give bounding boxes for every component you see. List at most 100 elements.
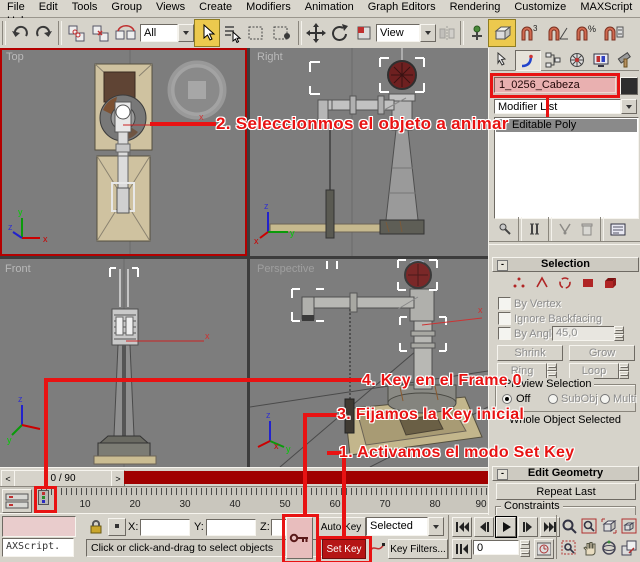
dropdown-arrow-icon[interactable] xyxy=(420,24,436,42)
undo-button[interactable] xyxy=(8,20,32,46)
edit-geometry-rollout-header[interactable]: -Edit Geometry xyxy=(492,466,639,481)
tab-modify[interactable] xyxy=(515,50,541,71)
viewport-label-perspective[interactable]: Perspective xyxy=(257,263,314,275)
go-to-end-button[interactable] xyxy=(540,517,560,537)
edge-subobject-icon[interactable] xyxy=(534,275,550,290)
key-filters-button[interactable]: Key Filters... xyxy=(388,539,448,559)
viewport-label-right[interactable]: Right xyxy=(257,51,283,63)
arc-rotate-button[interactable] xyxy=(600,539,618,557)
select-and-manipulate-icon[interactable] xyxy=(466,20,488,46)
remove-modifier-icon[interactable] xyxy=(576,221,598,237)
stack-item-editable-poly[interactable]: Editable Poly xyxy=(496,119,637,132)
menu-create[interactable]: Create xyxy=(192,0,239,14)
viewport-label-top[interactable]: Top xyxy=(6,51,24,63)
mirror-button[interactable] xyxy=(436,20,458,46)
angle-snap-3d-icon[interactable]: 3 xyxy=(516,20,544,46)
zoom-extents-all-button[interactable] xyxy=(620,517,638,535)
modifier-stack[interactable]: Editable Poly xyxy=(494,117,639,219)
select-object-button[interactable] xyxy=(194,19,220,47)
select-and-link-icon[interactable] xyxy=(64,20,88,46)
border-subobject-icon[interactable] xyxy=(557,275,573,290)
menu-group[interactable]: Group xyxy=(104,0,149,14)
y-coord-field[interactable] xyxy=(206,519,256,536)
time-configuration-button[interactable] xyxy=(534,539,554,559)
key-mode-dropdown[interactable]: Selected xyxy=(366,517,444,536)
bind-to-space-warp-icon[interactable] xyxy=(112,20,140,46)
dropdown-arrow-icon[interactable] xyxy=(428,517,444,536)
absolute-offset-mode-toggle[interactable] xyxy=(108,518,126,536)
zoom-extents-button[interactable] xyxy=(600,517,618,535)
pin-stack-icon[interactable] xyxy=(494,221,516,237)
selection-rollout-header[interactable]: -Selection xyxy=(492,257,639,272)
time-slider-handle[interactable]: 0 / 90 xyxy=(14,470,112,487)
auto-key-button[interactable]: Auto Key xyxy=(316,517,366,538)
tab-hierarchy[interactable] xyxy=(541,50,565,69)
viewport-label-front[interactable]: Front xyxy=(5,263,31,275)
selection-lock-toggle[interactable] xyxy=(88,518,104,537)
modifier-list-dropdown[interactable]: Modifier List xyxy=(494,99,637,114)
tab-utilities[interactable] xyxy=(613,50,637,69)
zoom-all-button[interactable] xyxy=(580,517,598,535)
by-angle-spinner[interactable] xyxy=(614,326,624,341)
loop-spinner[interactable] xyxy=(619,363,629,379)
dropdown-arrow-icon[interactable] xyxy=(621,99,637,114)
maxscript-mini-listener-pink[interactable] xyxy=(2,516,76,537)
rectangular-selection-region-icon[interactable] xyxy=(244,20,268,46)
loop-button[interactable]: Loop xyxy=(569,363,619,379)
make-unique-icon[interactable] xyxy=(554,221,576,237)
redo-button[interactable] xyxy=(32,20,56,46)
reference-coordinate-dropdown[interactable]: View xyxy=(376,24,436,42)
select-and-move-button[interactable] xyxy=(304,20,328,46)
polygon-subobject-icon[interactable] xyxy=(580,275,596,290)
frame-spinner[interactable] xyxy=(520,540,530,557)
preview-multi-radio[interactable] xyxy=(600,394,610,404)
time-slider-next-arrow[interactable]: > xyxy=(111,470,125,487)
mini-curve-editor-button[interactable] xyxy=(2,489,32,513)
tab-display[interactable] xyxy=(589,50,613,69)
unlink-selection-icon[interactable] xyxy=(88,20,112,46)
selection-filter-dropdown[interactable]: All xyxy=(140,24,194,42)
play-button[interactable] xyxy=(496,517,516,537)
x-coord-field[interactable] xyxy=(140,519,190,536)
show-end-result-icon[interactable] xyxy=(524,221,546,237)
previous-frame-button[interactable] xyxy=(474,517,494,537)
min-max-toggle-button[interactable] xyxy=(620,539,638,557)
by-angle-checkbox[interactable] xyxy=(498,327,511,340)
select-by-name-icon[interactable] xyxy=(220,20,244,46)
ring-spinner[interactable] xyxy=(547,363,557,379)
time-slider-prev-arrow[interactable]: < xyxy=(1,470,15,487)
current-frame-field[interactable]: 0 xyxy=(473,540,519,555)
menu-maxscript[interactable]: MAXScript xyxy=(573,0,639,14)
tab-motion[interactable] xyxy=(565,50,589,69)
menu-tools[interactable]: Tools xyxy=(65,0,105,14)
menu-file[interactable]: File xyxy=(0,0,32,14)
menu-edit[interactable]: Edit xyxy=(32,0,65,14)
angle-snap-toggle-icon[interactable] xyxy=(544,20,572,46)
configure-modifier-sets-icon[interactable] xyxy=(606,221,630,237)
key-mode-toggle-button[interactable] xyxy=(452,539,472,559)
go-to-start-button[interactable] xyxy=(452,517,472,537)
snaps-toggle-button[interactable] xyxy=(488,19,516,47)
dropdown-arrow-icon[interactable] xyxy=(178,24,194,42)
preview-off-radio[interactable] xyxy=(502,394,512,404)
next-frame-button[interactable] xyxy=(518,517,538,537)
preview-subobj-radio[interactable] xyxy=(548,394,558,404)
spinner-snap-toggle-icon[interactable] xyxy=(600,20,626,46)
repeat-last-button[interactable]: Repeat Last xyxy=(496,483,636,500)
object-color-swatch[interactable] xyxy=(620,77,638,95)
pan-button[interactable] xyxy=(580,539,598,557)
percent-snap-toggle-icon[interactable]: % xyxy=(572,20,600,46)
shrink-button[interactable]: Shrink xyxy=(497,345,563,361)
menu-graph-editors[interactable]: Graph Editors xyxy=(361,0,443,14)
window-crossing-icon[interactable] xyxy=(268,20,296,46)
track-bar-ticks[interactable] xyxy=(33,488,488,495)
maxscript-mini-listener-white[interactable]: AXScript. xyxy=(2,538,74,557)
tab-create[interactable] xyxy=(491,50,515,69)
menu-animation[interactable]: Animation xyxy=(298,0,361,14)
zoom-button[interactable] xyxy=(560,517,578,535)
by-vertex-checkbox[interactable] xyxy=(498,297,511,310)
select-and-rotate-button[interactable] xyxy=(328,20,352,46)
grow-button[interactable]: Grow xyxy=(569,345,635,361)
menu-rendering[interactable]: Rendering xyxy=(443,0,508,14)
region-zoom-button[interactable] xyxy=(560,539,578,557)
